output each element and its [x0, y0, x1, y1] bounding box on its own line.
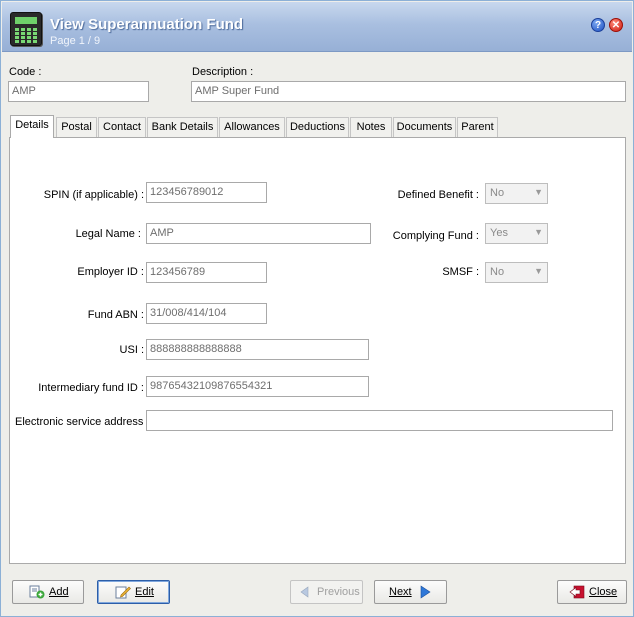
next-button[interactable]: Next: [374, 580, 447, 604]
previous-button-label: Previous: [317, 586, 360, 598]
tab-contact[interactable]: Contact: [98, 117, 146, 137]
title-bar: View Superannuation Fund Page 1 / 9 ? ✕: [2, 2, 632, 52]
previous-button[interactable]: Previous: [290, 580, 363, 604]
spin-label: SPIN (if applicable) :: [43, 189, 144, 201]
legal-name-field[interactable]: AMP: [146, 223, 371, 244]
chevron-down-icon: ▼: [534, 266, 543, 276]
close-window-icon[interactable]: ✕: [609, 18, 623, 32]
close-exit-icon: [569, 585, 585, 599]
tab-bank-details[interactable]: Bank Details: [147, 117, 218, 137]
help-icon[interactable]: ?: [591, 18, 605, 32]
tab-documents[interactable]: Documents: [393, 117, 456, 137]
intermediary-fund-id-field[interactable]: 98765432109876554321: [146, 376, 369, 397]
calculator-icon: [10, 12, 42, 46]
usi-field[interactable]: 888888888888888: [146, 339, 369, 360]
tab-details[interactable]: Details: [10, 115, 54, 138]
close-button-label: Close: [589, 586, 618, 598]
next-button-label: Next: [389, 586, 412, 598]
close-button[interactable]: Close: [557, 580, 627, 604]
smsf-label: SMSF :: [442, 266, 479, 278]
add-button-label: Add: [49, 586, 69, 598]
tab-allowances[interactable]: Allowances: [219, 117, 285, 137]
add-document-icon: [29, 585, 45, 599]
electronic-service-address-field[interactable]: [146, 410, 613, 431]
complying-fund-select[interactable]: Yes ▼: [485, 223, 548, 244]
complying-fund-label: Complying Fund :: [392, 230, 479, 242]
defined-benefit-value: No: [490, 187, 505, 199]
arrow-left-icon: [300, 586, 309, 598]
description-field[interactable]: AMP Super Fund: [191, 81, 626, 102]
chevron-down-icon: ▼: [534, 187, 543, 197]
tab-postal[interactable]: Postal: [56, 117, 97, 137]
window-title: View Superannuation Fund: [50, 16, 244, 33]
arrow-right-icon: [420, 585, 431, 599]
tab-notes[interactable]: Notes: [350, 117, 392, 137]
defined-benefit-select[interactable]: No ▼: [485, 183, 548, 204]
code-field[interactable]: AMP: [8, 81, 149, 102]
employer-id-field[interactable]: 123456789: [146, 262, 267, 283]
smsf-select[interactable]: No ▼: [485, 262, 548, 283]
smsf-value: No: [490, 266, 505, 278]
fund-abn-label: Fund ABN :: [87, 309, 144, 321]
chevron-down-icon: ▼: [534, 227, 543, 237]
fund-abn-field[interactable]: 31/008/414/104: [146, 303, 267, 324]
description-label: Description :: [192, 66, 254, 78]
electronic-service-address-label: Electronic service address :: [15, 416, 150, 428]
code-label: Code :: [9, 66, 42, 78]
defined-benefit-label: Defined Benefit :: [397, 189, 479, 201]
edit-button[interactable]: Edit: [97, 580, 170, 604]
tab-parent[interactable]: Parent: [457, 117, 498, 137]
complying-fund-value: Yes: [490, 227, 508, 239]
page-indicator: Page 1 / 9: [50, 35, 101, 47]
intermediary-fund-id-label: Intermediary fund ID :: [38, 382, 144, 394]
spin-field[interactable]: 123456789012: [146, 182, 267, 203]
edit-button-label: Edit: [135, 586, 154, 598]
employer-id-label: Employer ID :: [77, 266, 144, 278]
tab-deductions[interactable]: Deductions: [286, 117, 349, 137]
view-superannuation-fund-window: View Superannuation Fund Page 1 / 9 ? ✕ …: [0, 0, 634, 617]
add-button[interactable]: Add: [12, 580, 84, 604]
edit-pencil-icon: [115, 586, 131, 599]
usi-label: USI :: [119, 344, 144, 356]
legal-name-label: Legal Name :: [75, 228, 141, 240]
